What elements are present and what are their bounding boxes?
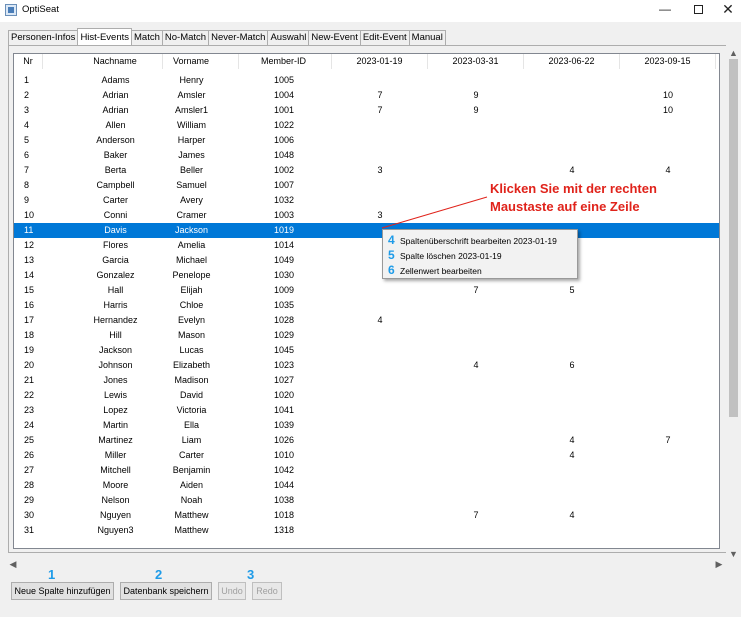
tab-hist-events[interactable]: Hist-Events: [77, 28, 133, 45]
step-number-2: 2: [155, 567, 163, 582]
annotation-text: Klicken Sie mit der rechten Maustaste au…: [490, 180, 657, 216]
add-column-button[interactable]: Neue Spalte hinzufügen: [11, 582, 114, 600]
annotation-line-1: Klicken Sie mit der rechten: [490, 181, 657, 196]
step-number-3: 3: [247, 567, 255, 582]
annotation-arrow: [381, 196, 488, 229]
redo-button[interactable]: Redo: [252, 582, 282, 600]
step-number-1: 1: [48, 567, 56, 582]
save-database-button[interactable]: Datenbank speichern: [120, 582, 212, 600]
undo-button[interactable]: Undo: [218, 582, 246, 600]
annotation-line-2: Maustaste auf eine Zeile: [490, 199, 640, 214]
